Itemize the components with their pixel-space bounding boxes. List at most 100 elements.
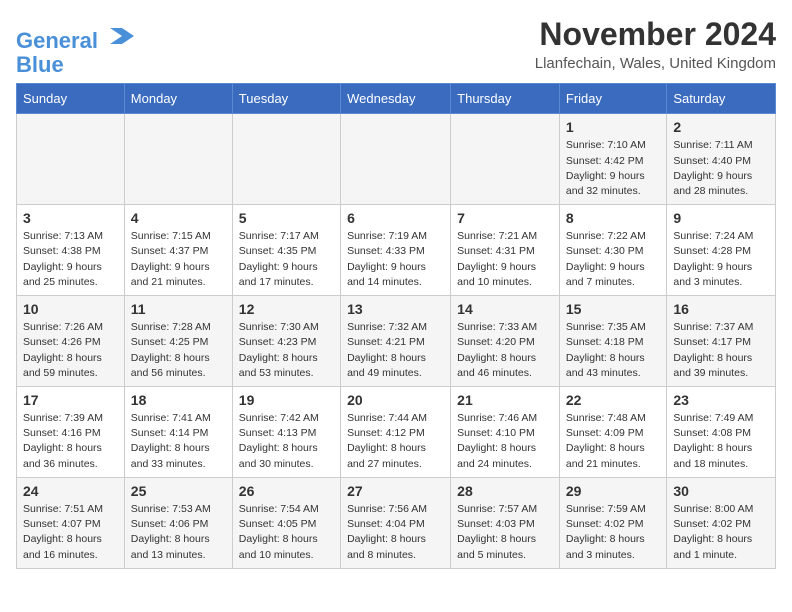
- calendar-day-cell: 21 Sunrise: 7:46 AM Sunset: 4:10 PM Dayli…: [451, 387, 560, 478]
- logo-line2: Blue: [16, 52, 64, 77]
- calendar-day-cell: 9Sunrise: 7:24 AM Sunset: 4:28 PM Daylig…: [667, 205, 776, 296]
- day-info: Sunrise: 7:26 AM Sunset: 4:26 PM Dayligh…: [23, 320, 118, 381]
- day-number: 18: [131, 392, 226, 408]
- calendar-day-cell: [232, 114, 340, 205]
- day-info: Sunrise: 7:10 AM Sunset: 4:42 PM Dayligh…: [566, 138, 661, 199]
- day-info: Sunrise: 7:48 AM Sunset: 4:09 PM Dayligh…: [566, 411, 661, 472]
- title-area: November 2024 Llanfechain, Wales, United…: [535, 16, 776, 72]
- day-info: Sunrise: 7:42 AM Sunset: 4:13 PM Dayligh…: [239, 411, 334, 472]
- day-info: Sunrise: 7:46 AM Sunset: 4:10 PM Dayligh…: [457, 411, 553, 472]
- day-number: 26: [239, 483, 334, 499]
- calendar-day-cell: 25 Sunrise: 7:53 AM Sunset: 4:06 PM Dayli…: [124, 477, 232, 568]
- calendar-day-cell: 7Sunrise: 7:21 AM Sunset: 4:31 PM Daylig…: [451, 205, 560, 296]
- day-number: 20: [347, 392, 444, 408]
- day-number: 3: [23, 210, 118, 226]
- day-number: 23: [673, 392, 769, 408]
- day-number: 1: [566, 119, 661, 135]
- calendar-day-cell: 28 Sunrise: 7:57 AM Sunset: 4:03 PM Dayli…: [451, 477, 560, 568]
- calendar-day-cell: 17 Sunrise: 7:39 AM Sunset: 4:16 PM Dayli…: [17, 387, 125, 478]
- day-info: Sunrise: 7:39 AM Sunset: 4:16 PM Dayligh…: [23, 411, 118, 472]
- day-info: Sunrise: 7:54 AM Sunset: 4:05 PM Dayligh…: [239, 502, 334, 563]
- logo: General Blue: [16, 20, 134, 77]
- calendar-day-cell: 24 Sunrise: 7:51 AM Sunset: 4:07 PM Dayli…: [17, 477, 125, 568]
- calendar-day-cell: [451, 114, 560, 205]
- calendar-day-cell: 18 Sunrise: 7:41 AM Sunset: 4:14 PM Dayli…: [124, 387, 232, 478]
- calendar-day-cell: 3 Sunrise: 7:13 AM Sunset: 4:38 PM Daylig…: [17, 205, 125, 296]
- calendar-day-cell: 14Sunrise: 7:33 AM Sunset: 4:20 PM Dayli…: [451, 296, 560, 387]
- weekday-header: Sunday: [17, 84, 125, 114]
- day-info: Sunrise: 7:57 AM Sunset: 4:03 PM Dayligh…: [457, 502, 553, 563]
- calendar-day-cell: 19 Sunrise: 7:42 AM Sunset: 4:13 PM Dayli…: [232, 387, 340, 478]
- calendar-day-cell: 27Sunrise: 7:56 AM Sunset: 4:04 PM Dayli…: [341, 477, 451, 568]
- weekday-header: Thursday: [451, 84, 560, 114]
- calendar-day-cell: 10 Sunrise: 7:26 AM Sunset: 4:26 PM Dayli…: [17, 296, 125, 387]
- day-info: Sunrise: 7:19 AM Sunset: 4:33 PM Dayligh…: [347, 229, 444, 290]
- calendar-day-cell: 13 Sunrise: 7:32 AM Sunset: 4:21 PM Dayli…: [341, 296, 451, 387]
- day-number: 21: [457, 392, 553, 408]
- calendar-day-cell: 16Sunrise: 7:37 AM Sunset: 4:17 PM Dayli…: [667, 296, 776, 387]
- logo-line2-wrap: Blue: [16, 53, 134, 77]
- calendar-day-cell: 11 Sunrise: 7:28 AM Sunset: 4:25 PM Dayli…: [124, 296, 232, 387]
- calendar-day-cell: 30 Sunrise: 8:00 AM Sunset: 4:02 PM Dayli…: [667, 477, 776, 568]
- calendar-week-row: 17 Sunrise: 7:39 AM Sunset: 4:16 PM Dayli…: [17, 387, 776, 478]
- day-number: 9: [673, 210, 769, 226]
- weekday-header: Wednesday: [341, 84, 451, 114]
- day-info: Sunrise: 7:30 AM Sunset: 4:23 PM Dayligh…: [239, 320, 334, 381]
- day-info: Sunrise: 7:44 AM Sunset: 4:12 PM Dayligh…: [347, 411, 444, 472]
- calendar-day-cell: [341, 114, 451, 205]
- day-number: 15: [566, 301, 661, 317]
- calendar-day-cell: 15 Sunrise: 7:35 AM Sunset: 4:18 PM Dayli…: [559, 296, 667, 387]
- calendar-table: SundayMondayTuesdayWednesdayThursdayFrid…: [16, 83, 776, 568]
- day-info: Sunrise: 7:41 AM Sunset: 4:14 PM Dayligh…: [131, 411, 226, 472]
- calendar-week-row: 10 Sunrise: 7:26 AM Sunset: 4:26 PM Dayli…: [17, 296, 776, 387]
- day-info: Sunrise: 7:51 AM Sunset: 4:07 PM Dayligh…: [23, 502, 118, 563]
- day-info: Sunrise: 7:53 AM Sunset: 4:06 PM Dayligh…: [131, 502, 226, 563]
- day-number: 28: [457, 483, 553, 499]
- day-number: 24: [23, 483, 118, 499]
- logo-text: General: [16, 20, 134, 53]
- day-number: 4: [131, 210, 226, 226]
- location: Llanfechain, Wales, United Kingdom: [535, 55, 776, 72]
- weekday-header: Monday: [124, 84, 232, 114]
- day-number: 25: [131, 483, 226, 499]
- day-number: 30: [673, 483, 769, 499]
- calendar-day-cell: [124, 114, 232, 205]
- calendar-day-cell: 1 Sunrise: 7:10 AM Sunset: 4:42 PM Daylig…: [559, 114, 667, 205]
- day-info: Sunrise: 7:49 AM Sunset: 4:08 PM Dayligh…: [673, 411, 769, 472]
- day-info: Sunrise: 7:15 AM Sunset: 4:37 PM Dayligh…: [131, 229, 226, 290]
- day-number: 11: [131, 301, 226, 317]
- day-number: 2: [673, 119, 769, 135]
- day-info: Sunrise: 7:17 AM Sunset: 4:35 PM Dayligh…: [239, 229, 334, 290]
- day-number: 29: [566, 483, 661, 499]
- day-number: 22: [566, 392, 661, 408]
- day-number: 16: [673, 301, 769, 317]
- day-number: 10: [23, 301, 118, 317]
- weekday-header-row: SundayMondayTuesdayWednesdayThursdayFrid…: [17, 84, 776, 114]
- day-number: 6: [347, 210, 444, 226]
- day-info: Sunrise: 7:13 AM Sunset: 4:38 PM Dayligh…: [23, 229, 118, 290]
- day-number: 12: [239, 301, 334, 317]
- day-number: 17: [23, 392, 118, 408]
- calendar-day-cell: 2Sunrise: 7:11 AM Sunset: 4:40 PM Daylig…: [667, 114, 776, 205]
- day-number: 14: [457, 301, 553, 317]
- calendar-day-cell: 12 Sunrise: 7:30 AM Sunset: 4:23 PM Dayli…: [232, 296, 340, 387]
- day-info: Sunrise: 7:35 AM Sunset: 4:18 PM Dayligh…: [566, 320, 661, 381]
- day-info: Sunrise: 7:28 AM Sunset: 4:25 PM Dayligh…: [131, 320, 226, 381]
- header-area: General Blue November 2024 Llanfechain, …: [16, 16, 776, 77]
- day-info: Sunrise: 7:32 AM Sunset: 4:21 PM Dayligh…: [347, 320, 444, 381]
- day-info: Sunrise: 8:00 AM Sunset: 4:02 PM Dayligh…: [673, 502, 769, 563]
- calendar-day-cell: [17, 114, 125, 205]
- calendar-day-cell: 23 Sunrise: 7:49 AM Sunset: 4:08 PM Dayli…: [667, 387, 776, 478]
- day-info: Sunrise: 7:56 AM Sunset: 4:04 PM Dayligh…: [347, 502, 444, 563]
- calendar-week-row: 3 Sunrise: 7:13 AM Sunset: 4:38 PM Daylig…: [17, 205, 776, 296]
- day-info: Sunrise: 7:59 AM Sunset: 4:02 PM Dayligh…: [566, 502, 661, 563]
- day-info: Sunrise: 7:22 AM Sunset: 4:30 PM Dayligh…: [566, 229, 661, 290]
- logo-arrow-icon: [106, 20, 134, 48]
- calendar-day-cell: 5Sunrise: 7:17 AM Sunset: 4:35 PM Daylig…: [232, 205, 340, 296]
- month-title: November 2024: [535, 16, 776, 53]
- day-number: 13: [347, 301, 444, 317]
- day-number: 19: [239, 392, 334, 408]
- calendar-day-cell: 26 Sunrise: 7:54 AM Sunset: 4:05 PM Dayli…: [232, 477, 340, 568]
- weekday-header: Friday: [559, 84, 667, 114]
- calendar-day-cell: 8Sunrise: 7:22 AM Sunset: 4:30 PM Daylig…: [559, 205, 667, 296]
